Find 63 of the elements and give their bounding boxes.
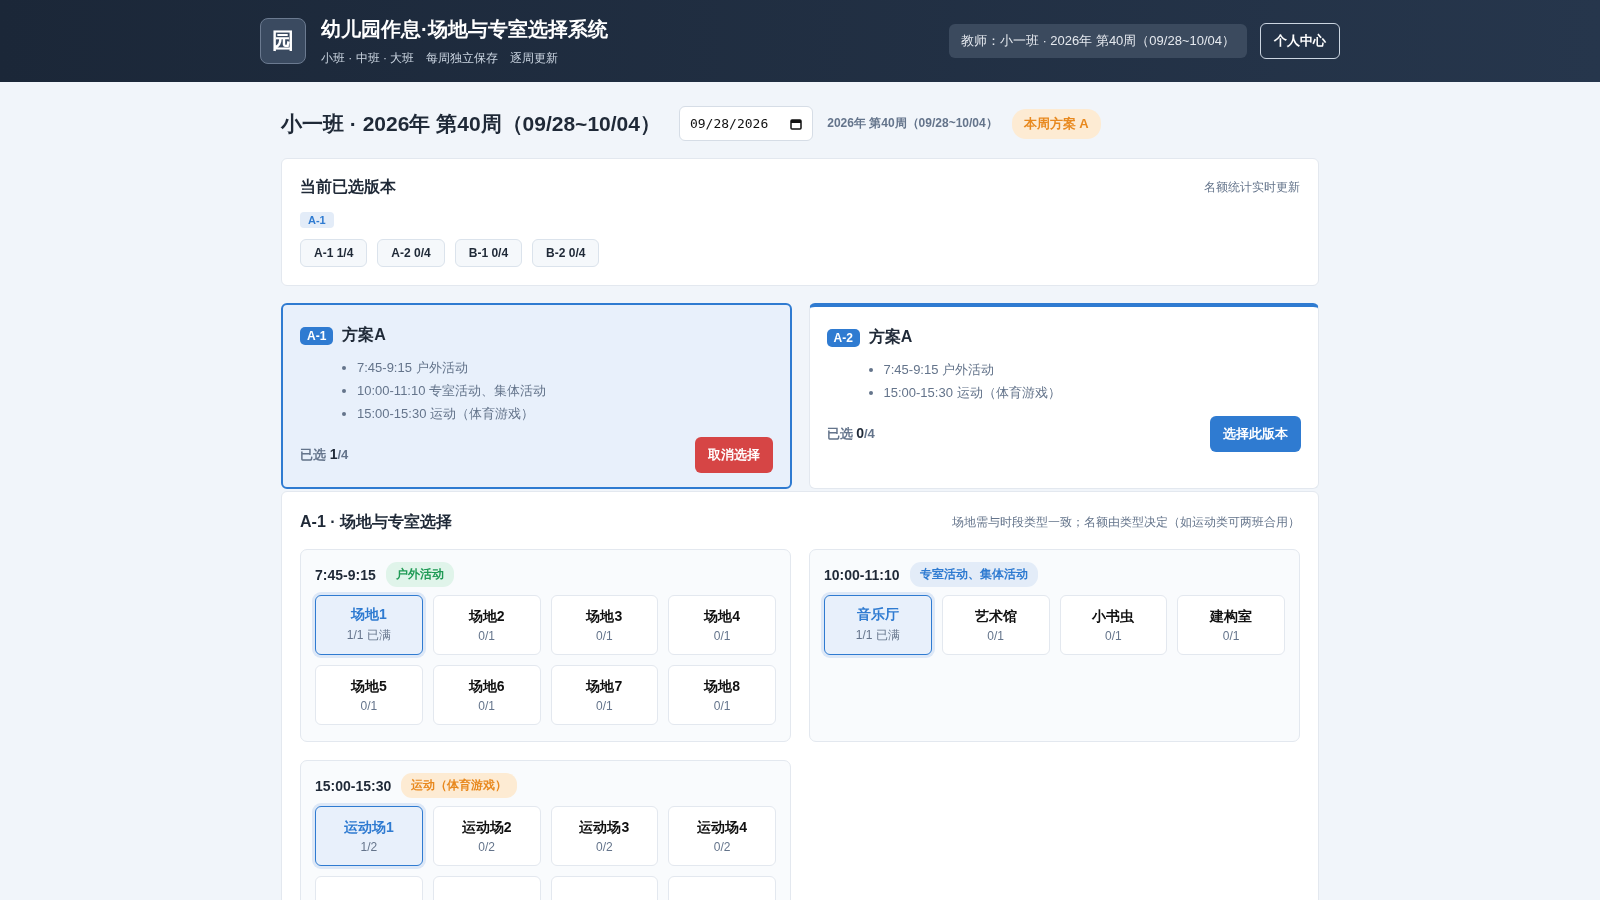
- teacher-info: 教师：小一班 · 2026年 第40周（09/28~10/04）: [948, 24, 1247, 58]
- select-button[interactable]: 选择此版本: [1210, 416, 1301, 452]
- date-field[interactable]: 09/28/2026: [678, 106, 814, 141]
- slot-time: 7:45-9:15: [315, 566, 376, 583]
- venue-option[interactable]: 运动场1 1/2: [315, 806, 423, 866]
- section-title: 当前已选版本: [300, 177, 396, 197]
- plan-name: 方案A: [868, 327, 913, 347]
- version-chip: A-1 1/4: [300, 239, 368, 267]
- plan-code: A-1: [300, 326, 334, 345]
- slot-time: 10:00-11:10: [824, 566, 900, 583]
- version-chip: B-1 0/4: [454, 239, 523, 267]
- plan-card[interactable]: A-1 方案A 7:45-9:15 户外活动 10:00-11:10 专室活动、集体活动 15:00-15:30 运动（体育游戏） 已选 1/4 取消选择: [281, 303, 792, 489]
- venue-option[interactable]: 场地7 0/1: [550, 665, 659, 725]
- subtitle-text: 小班 · 中班 · 大班: [321, 49, 415, 67]
- subtitle-text: 逐周更新: [510, 49, 559, 67]
- bullet-icon: [868, 390, 873, 395]
- schedule-item: 15:00-15:30 运动（体育游戏）: [883, 384, 1061, 402]
- section-title: A-1 · 场地与专室选择: [300, 512, 452, 532]
- version-chip: B-2 0/4: [532, 239, 600, 267]
- activity-tag: 户外活动: [385, 562, 454, 587]
- calendar-icon[interactable]: [790, 117, 803, 130]
- slot-time: 15:00-15:30: [315, 777, 392, 794]
- venue-option[interactable]: 场地8 0/1: [668, 665, 776, 725]
- venue-option[interactable]: 场地6 0/1: [432, 665, 541, 725]
- schedule-item: 15:00-15:30 运动（体育游戏）: [357, 405, 534, 423]
- week-title: 小一班 · 2026年 第40周（09/28~10/04）: [281, 110, 661, 137]
- venue-option[interactable]: 运动场2 0/2: [432, 806, 541, 866]
- logo-icon: 园: [260, 18, 306, 64]
- venue-option[interactable]: 小书虫 0/1: [1059, 595, 1168, 655]
- venue-option[interactable]: 建构室 0/1: [1177, 595, 1285, 655]
- activity-tag: 运动（体育游戏）: [401, 773, 518, 798]
- selected-count: 已选 1/4: [300, 446, 349, 464]
- venue-option[interactable]: 艺术馆 0/1: [941, 595, 1050, 655]
- app-title: 幼儿园作息·场地与专室选择系统: [321, 16, 608, 42]
- bullet-icon: [342, 365, 346, 370]
- bullet-icon: [868, 367, 873, 372]
- selected-count: 已选 0/4: [826, 425, 875, 443]
- venue-option[interactable]: 场地4 0/1: [668, 595, 776, 655]
- schedule-item: 7:45-9:15 户外活动: [883, 361, 995, 379]
- profile-button[interactable]: 个人中心: [1260, 23, 1340, 59]
- venue-option[interactable]: 场地2 0/1: [432, 595, 541, 655]
- venue-option[interactable]: 音乐厅 1/1 已满: [824, 595, 932, 655]
- bullet-icon: [342, 388, 346, 393]
- activity-tag: 专室活动、集体活动: [909, 562, 1038, 587]
- plan-name: 方案A: [342, 325, 386, 345]
- venue-option[interactable]: 场地1 1/1 已满: [315, 595, 423, 655]
- venue-option[interactable]: 场地5 0/1: [315, 665, 423, 725]
- note-text: 名额统计实时更新: [1204, 179, 1300, 196]
- bullet-icon: [342, 411, 346, 416]
- schedule-item: 10:00-11:10 专室活动、集体活动: [357, 382, 547, 400]
- note-text: 场地需与时段类型一致；名额由类型决定（如运动类可两班合用）: [952, 514, 1300, 531]
- schedule-item: 7:45-9:15 户外活动: [357, 359, 468, 377]
- version-tag: A-1: [300, 212, 334, 228]
- venue-option[interactable]: 运动场3 0/2: [550, 806, 659, 866]
- week-label: 2026年 第40周（09/28~10/04）: [827, 115, 998, 132]
- plan-card[interactable]: A-2 方案A 7:45-9:15 户外活动 15:00-15:30 运动（体育游戏） 已选 0/4 选择此版本: [808, 303, 1319, 489]
- venue-option[interactable]: 运动场4 0/2: [668, 806, 776, 866]
- plan-code: A-2: [826, 328, 860, 347]
- subtitle-text: 每周独立保存: [426, 49, 499, 67]
- venue-option[interactable]: 场地3 0/1: [550, 595, 659, 655]
- plan-badge: 本周方案 A: [1011, 108, 1101, 139]
- cancel-button[interactable]: 取消选择: [694, 437, 773, 473]
- version-chip: A-2 0/4: [377, 239, 445, 267]
